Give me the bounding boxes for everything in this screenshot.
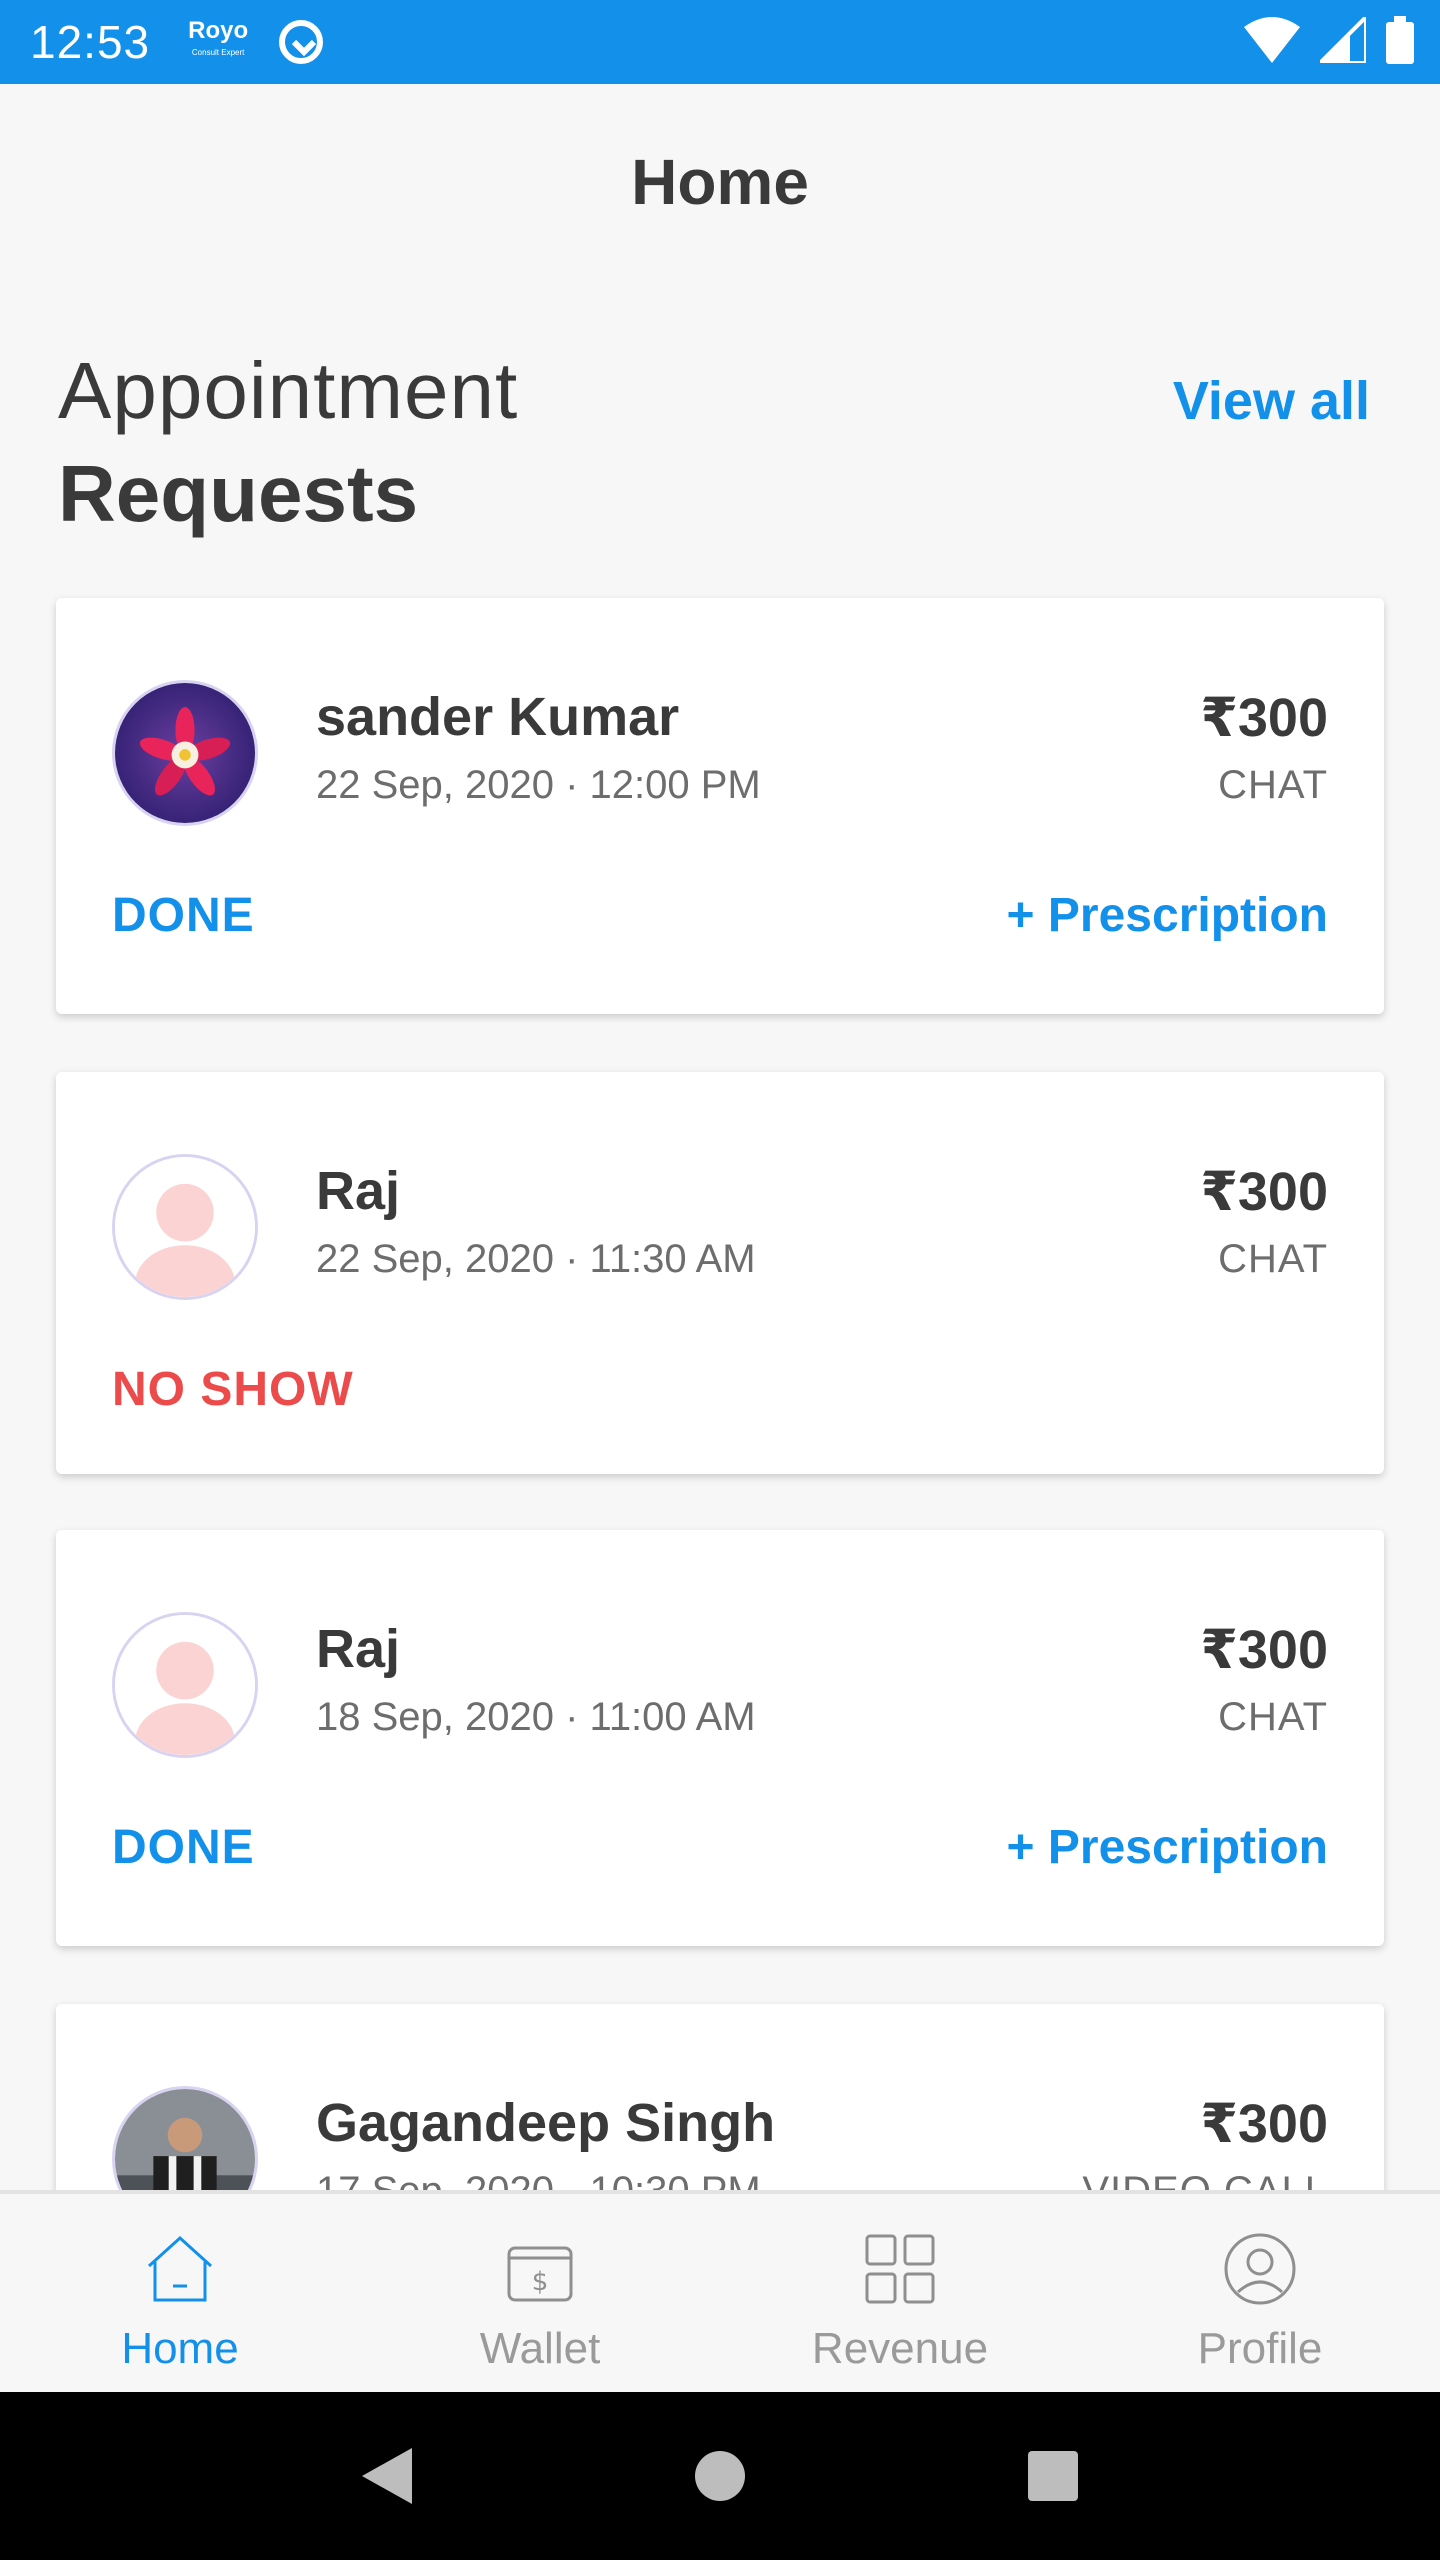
- patient-name: Gagandeep Singh: [316, 2093, 776, 2153]
- system-navigation-bar: [0, 2392, 1440, 2560]
- nav-label-wallet: Wallet: [479, 2324, 601, 2373]
- appointment-price: ₹300: [1200, 688, 1328, 748]
- nav-label-home: Home: [121, 2324, 239, 2373]
- appointment-card[interactable]: Raj 22 Sep, 2020 · 11:30 AM ₹300 CHAT NO…: [56, 1072, 1384, 1474]
- appointment-card[interactable]: Gagandeep Singh 17 Sep, 2020 · 10:30 PM …: [56, 2004, 1384, 2190]
- status-icons: [1244, 16, 1414, 64]
- avatar: [112, 680, 258, 826]
- consultation-type: VIDEO CALL: [1082, 2169, 1328, 2190]
- avatar: [112, 2086, 258, 2190]
- appointment-price: ₹300: [1200, 1162, 1328, 1222]
- grid-icon: [865, 2234, 935, 2304]
- user-placeholder-icon: [115, 1157, 255, 1297]
- nav-label-profile: Profile: [1197, 2324, 1323, 2373]
- logo-subtext: Consult Expert: [191, 48, 245, 57]
- svg-text:$: $: [532, 2267, 549, 2297]
- royo-logo: Royo Consult Expert: [188, 17, 249, 64]
- home-circle-icon[interactable]: [693, 2449, 747, 2503]
- profile-icon: [1224, 2233, 1296, 2305]
- bottom-navigation: Home $ Wallet Revenue Profile: [0, 2190, 1440, 2392]
- appointment-datetime: 22 Sep, 2020 · 11:30 AM: [316, 1237, 756, 1281]
- add-prescription-button[interactable]: + Prescription: [1007, 888, 1328, 943]
- status-badge: NO SHOW: [112, 1363, 354, 1416]
- battery-icon: [1386, 16, 1414, 64]
- appointment-price: ₹300: [1200, 1620, 1328, 1680]
- status-badge: DONE: [112, 1821, 255, 1874]
- back-icon[interactable]: [360, 2446, 414, 2506]
- nav-item-revenue[interactable]: Revenue: [720, 2194, 1080, 2392]
- status-badge: DONE: [112, 889, 255, 942]
- nav-item-profile[interactable]: Profile: [1080, 2194, 1440, 2392]
- patient-name: sander Kumar: [316, 687, 680, 747]
- flower-photo-icon: [115, 683, 255, 823]
- home-icon: [147, 2235, 213, 2302]
- avatar: [112, 1612, 258, 1758]
- appointment-datetime: 22 Sep, 2020 · 12:00 PM: [316, 763, 761, 807]
- consultation-type: CHAT: [1218, 1237, 1328, 1281]
- appointment-price: ₹300: [1200, 2094, 1328, 2154]
- person-photo-icon: [115, 2089, 255, 2190]
- recents-icon[interactable]: [1026, 2449, 1080, 2503]
- patient-name: Raj: [316, 1161, 401, 1221]
- nav-item-wallet[interactable]: $ Wallet: [360, 2194, 720, 2392]
- nav-item-home[interactable]: Home: [0, 2194, 360, 2392]
- patient-name: Raj: [316, 1619, 401, 1679]
- appointment-card[interactable]: Raj 18 Sep, 2020 · 11:00 AM ₹300 CHAT DO…: [56, 1530, 1384, 1946]
- logo-text: Royo: [188, 17, 249, 44]
- view-all-link[interactable]: View all: [1173, 370, 1370, 432]
- status-bar: 12:53 Royo Consult Expert: [0, 0, 1440, 84]
- section-title-line2: Requests: [58, 449, 419, 538]
- section-title-line1: Appointment: [58, 346, 519, 435]
- wallet-icon: $: [507, 2246, 573, 2302]
- page-title: Home: [631, 146, 809, 218]
- wifi-icon: [1244, 17, 1300, 63]
- signal-icon: [1320, 17, 1366, 63]
- consultation-type: CHAT: [1218, 763, 1328, 807]
- nav-label-revenue: Revenue: [811, 2324, 989, 2373]
- avatar: [112, 1154, 258, 1300]
- add-prescription-button[interactable]: + Prescription: [1007, 1820, 1328, 1875]
- status-time: 12:53: [30, 16, 151, 68]
- user-placeholder-icon: [115, 1615, 255, 1755]
- appointment-list[interactable]: sander Kumar 22 Sep, 2020 · 12:00 PM ₹30…: [0, 590, 1440, 2190]
- appointment-datetime: 17 Sep, 2020 · 10:30 PM: [316, 2169, 761, 2190]
- consultation-type: CHAT: [1218, 1695, 1328, 1739]
- sync-icon: [279, 20, 324, 64]
- appointment-card[interactable]: sander Kumar 22 Sep, 2020 · 12:00 PM ₹30…: [56, 598, 1384, 1014]
- appointment-datetime: 18 Sep, 2020 · 11:00 AM: [316, 1695, 756, 1739]
